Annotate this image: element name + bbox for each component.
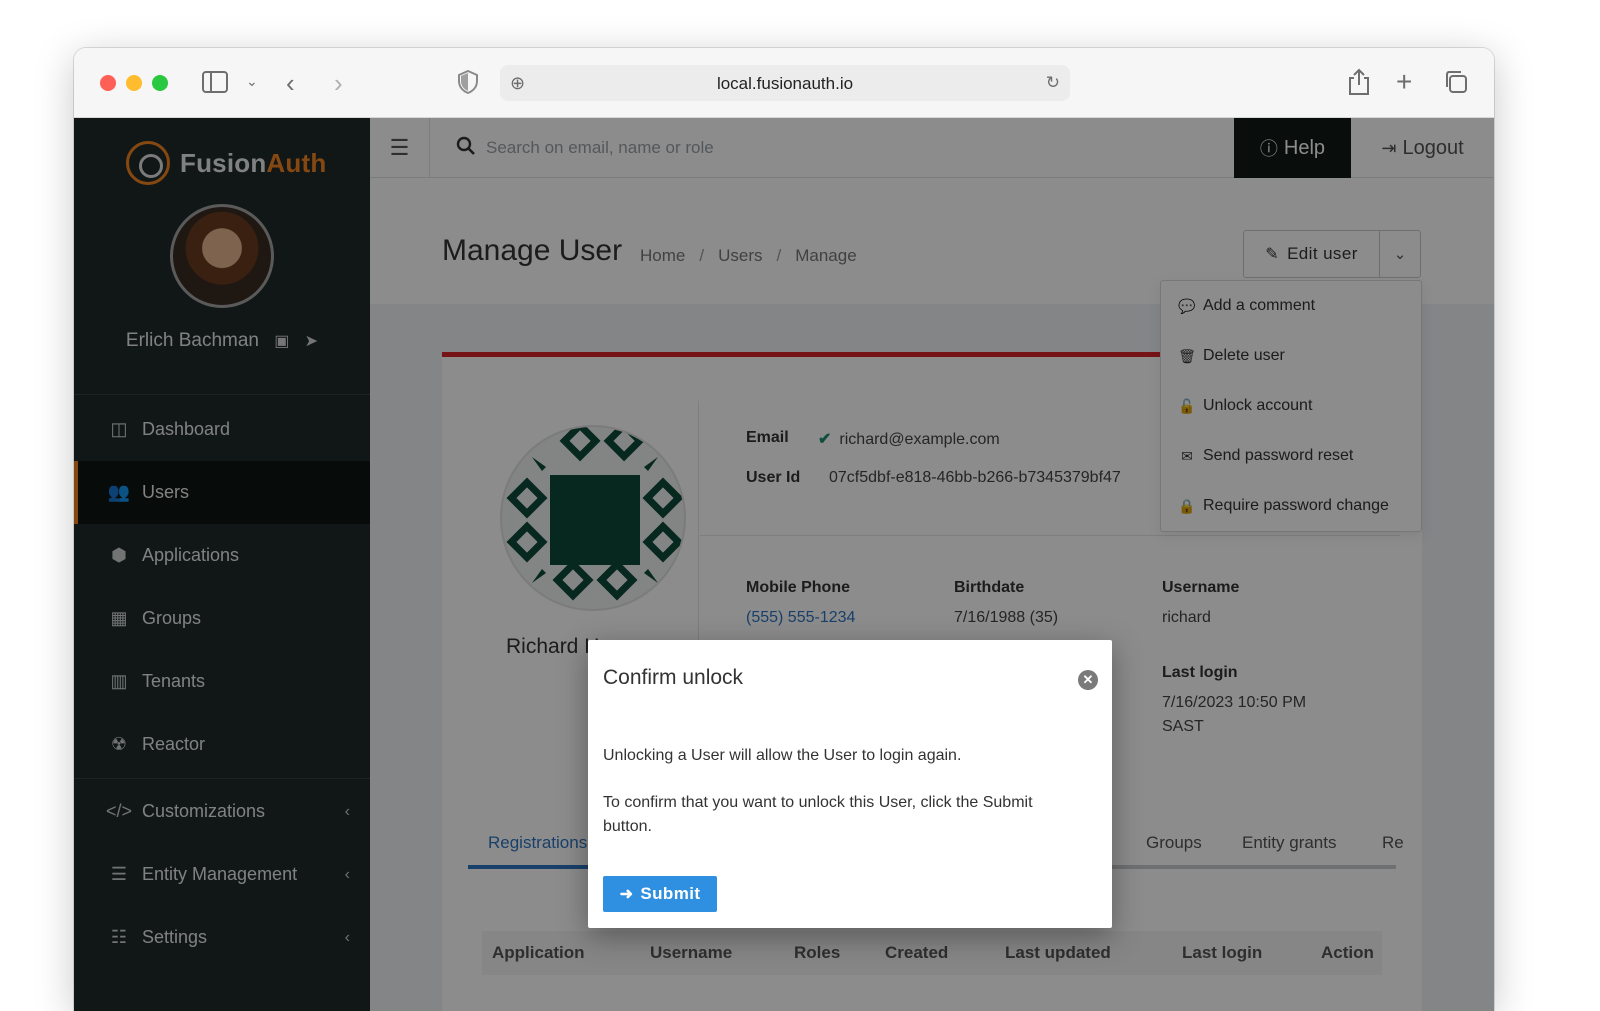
dialog-message: Unlocking a User will allow the User to … bbox=[603, 747, 962, 764]
chevron-down-icon[interactable]: ⌄ bbox=[246, 74, 258, 88]
browser-window: ⌄ ‹ › ⊕ local.fusionauth.io ↻ + FusionAu… bbox=[74, 48, 1494, 1011]
sidebar-toggle-icon[interactable] bbox=[202, 70, 228, 98]
browser-toolbar: ⌄ ‹ › ⊕ local.fusionauth.io ↻ + bbox=[74, 48, 1494, 118]
forward-icon[interactable]: › bbox=[334, 70, 343, 96]
reload-icon[interactable]: ↻ bbox=[1046, 73, 1060, 93]
address-bar[interactable]: ⊕ local.fusionauth.io ↻ bbox=[500, 65, 1070, 101]
submit-button[interactable]: ➜ Submit bbox=[603, 876, 717, 912]
shield-icon[interactable] bbox=[458, 69, 478, 98]
close-window-button[interactable] bbox=[100, 75, 116, 91]
share-icon[interactable] bbox=[1348, 68, 1370, 100]
arrow-right-icon: ➜ bbox=[619, 886, 634, 903]
dialog-instructions: To confirm that you want to unlock this … bbox=[603, 794, 1033, 835]
maximize-window-button[interactable] bbox=[152, 75, 168, 91]
dialog-title: Confirm unlock bbox=[603, 666, 744, 689]
url-text: local.fusionauth.io bbox=[716, 74, 854, 93]
minimize-window-button[interactable] bbox=[126, 75, 142, 91]
close-icon[interactable]: ✕ bbox=[1078, 670, 1098, 690]
app-area: FusionAuth Erlich Bachman ▣ ➤ ◫ Dashboar… bbox=[74, 118, 1494, 1011]
new-tab-icon[interactable]: + bbox=[1396, 68, 1412, 96]
confirm-unlock-dialog: Confirm unlock ✕ Unlocking a User will a… bbox=[588, 640, 1112, 928]
tabs-overview-icon[interactable] bbox=[1444, 70, 1468, 98]
back-icon[interactable]: ‹ bbox=[286, 70, 295, 96]
